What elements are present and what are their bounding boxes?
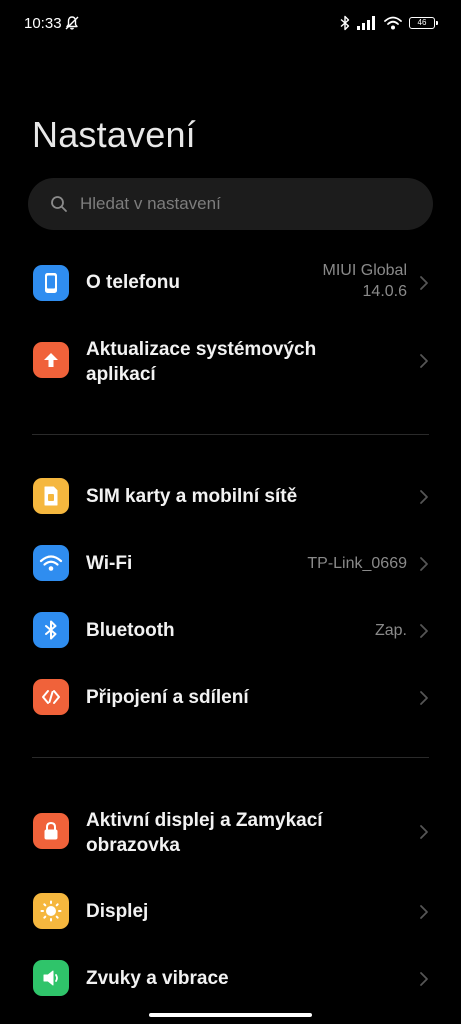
settings-item-label: SIM karty a mobilní sítě <box>86 486 298 507</box>
speaker-icon <box>33 960 69 996</box>
battery-icon: 46 <box>409 17 438 29</box>
settings-item-value: TP-Link_0669 <box>307 555 407 572</box>
sim-card-icon <box>33 478 69 514</box>
settings-item-lock-screen[interactable]: Aktivní displej a Zamykací obrazovka <box>0 800 461 866</box>
status-icons: 46 <box>340 14 438 32</box>
wifi-icon <box>33 545 69 581</box>
chevron-right-icon <box>420 490 428 504</box>
settings-item-wifi[interactable]: Wi-Fi TP-Link_0669 <box>0 531 461 595</box>
divider <box>32 757 429 758</box>
settings-item-value: Zap. <box>374 622 407 639</box>
chevron-right-icon <box>420 276 428 290</box>
settings-item-sim-cards[interactable]: SIM karty a mobilní sítě <box>0 464 461 528</box>
divider <box>32 434 429 435</box>
battery-level: 46 <box>417 18 427 27</box>
chevron-right-icon <box>420 972 428 986</box>
settings-item-label: Displej <box>86 901 149 922</box>
settings-item-label: Připojení a sdílení <box>86 687 249 708</box>
status-time: 10:33 <box>24 15 62 32</box>
chevron-right-icon <box>420 825 428 839</box>
home-indicator[interactable] <box>149 1013 312 1017</box>
bell-muted-icon <box>65 16 79 30</box>
arrow-up-icon <box>33 342 69 378</box>
settings-item-label: Aktualizace systémových aplikací <box>86 339 317 385</box>
chevron-right-icon <box>420 354 428 368</box>
page-title: Nastavení <box>32 114 196 155</box>
settings-item-system-app-updates[interactable]: Aktualizace systémových aplikací <box>0 330 461 394</box>
signal-icon <box>357 16 375 30</box>
status-bar: 10:33 46 <box>0 0 461 48</box>
search-input[interactable]: Hledat v nastavení <box>28 178 433 230</box>
settings-item-about-phone[interactable]: O telefonu MIUI Global 14.0.6 <box>0 250 461 316</box>
chevron-right-icon <box>420 691 428 705</box>
connection-sharing-icon <box>33 679 69 715</box>
chevron-right-icon <box>420 905 428 919</box>
wifi-status-icon <box>384 16 402 30</box>
settings-item-label: O telefonu <box>86 272 180 293</box>
chevron-right-icon <box>420 557 428 571</box>
bluetooth-icon <box>33 612 69 648</box>
settings-item-bluetooth[interactable]: Bluetooth Zap. <box>0 598 461 662</box>
settings-item-label: Bluetooth <box>86 620 175 641</box>
search-icon <box>51 196 67 212</box>
settings-item-label: Zvuky a vibrace <box>86 968 229 989</box>
settings-item-sounds[interactable]: Zvuky a vibrace <box>0 946 461 1010</box>
settings-item-display[interactable]: Displej <box>0 879 461 943</box>
search-placeholder: Hledat v nastavení <box>80 194 221 213</box>
bluetooth-status-icon <box>340 15 350 31</box>
lock-icon <box>33 813 69 849</box>
phone-icon <box>33 265 69 301</box>
settings-item-label: Wi-Fi <box>86 553 133 574</box>
sun-icon <box>33 893 69 929</box>
settings-item-value: MIUI Global 14.0.6 <box>322 262 407 300</box>
settings-item-label: Aktivní displej a Zamykací obrazovka <box>86 810 323 856</box>
settings-item-connection-sharing[interactable]: Připojení a sdílení <box>0 665 461 729</box>
chevron-right-icon <box>420 624 428 638</box>
